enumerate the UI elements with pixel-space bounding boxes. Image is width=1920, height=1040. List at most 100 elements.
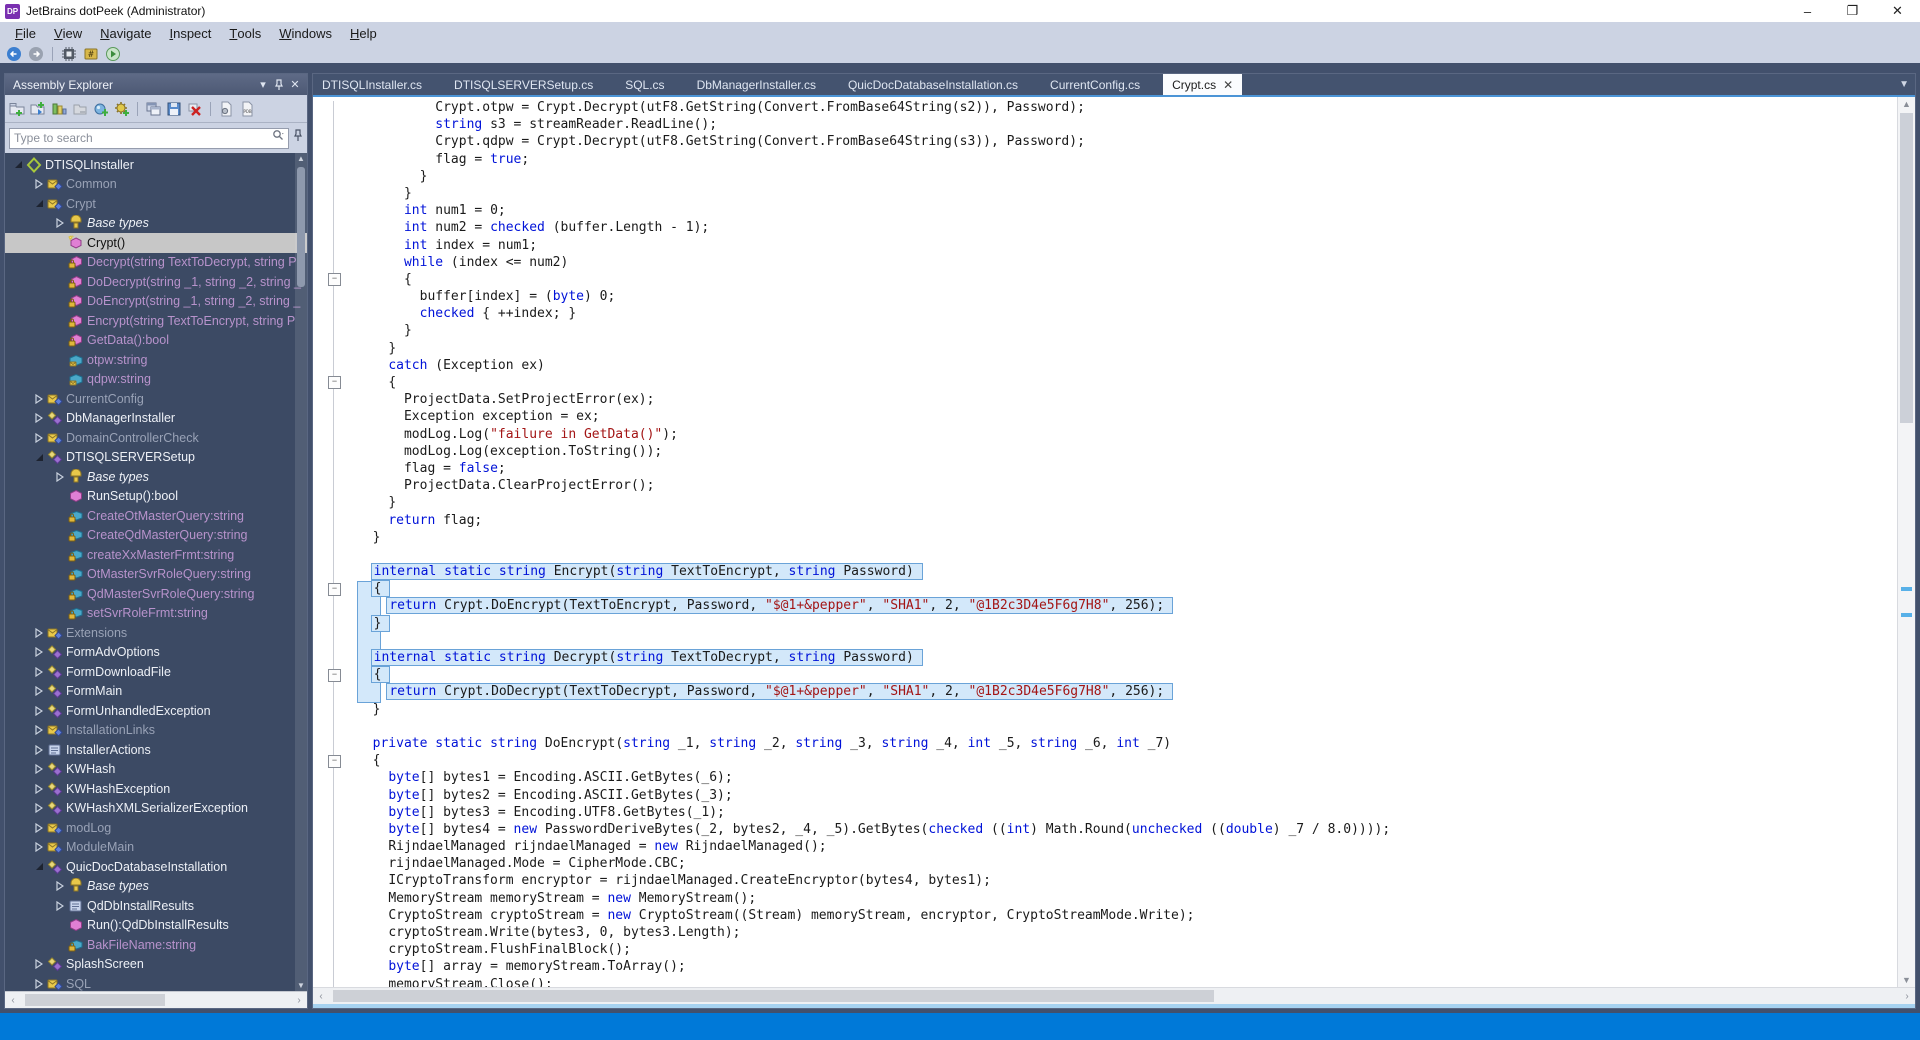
code-line[interactable]: byte[] bytes3 = Encoding.UTF8.GetBytes(_… bbox=[357, 804, 1898, 821]
tree-item-currentconfig[interactable]: CurrentConfig bbox=[5, 389, 307, 409]
minimize-button[interactable]: – bbox=[1785, 0, 1830, 22]
tree-item-getdata-bool[interactable]: GetData():bool bbox=[5, 331, 307, 351]
panel-menu-chevron-icon[interactable]: ▾ bbox=[255, 77, 271, 93]
code-line[interactable]: cryptoStream.FlushFinalBlock(); bbox=[357, 941, 1898, 958]
code-line[interactable] bbox=[357, 632, 1898, 649]
scroll-up-icon[interactable]: ▲ bbox=[297, 154, 305, 163]
tree-item-extensions[interactable]: Extensions bbox=[5, 623, 307, 643]
tab-close-icon[interactable]: ✕ bbox=[1223, 78, 1233, 92]
tree-item-base-types[interactable]: Base types bbox=[5, 877, 307, 897]
expander-closed-icon[interactable] bbox=[32, 179, 46, 189]
code-line[interactable]: CryptoStream cryptoStream = new CryptoSt… bbox=[357, 907, 1898, 924]
expander-closed-icon[interactable] bbox=[32, 725, 46, 735]
expander-closed-icon[interactable] bbox=[53, 901, 67, 911]
tree-item-domaincontrollercheck[interactable]: DomainControllerCheck bbox=[5, 428, 307, 448]
expander-open-icon[interactable] bbox=[32, 862, 46, 871]
code-line[interactable]: } bbox=[357, 701, 1898, 718]
expander-closed-icon[interactable] bbox=[53, 218, 67, 228]
tree-item-otmastersvrrolequery-string[interactable]: OtMasterSvrRoleQuery:string bbox=[5, 565, 307, 585]
tree-item-doencrypt-string-1-string-2-string-[interactable]: DoEncrypt(string _1, string _2, string _ bbox=[5, 292, 307, 312]
menu-windows[interactable]: Windows bbox=[270, 22, 341, 45]
tree-item-dbmanagerinstaller[interactable]: DbManagerInstaller bbox=[5, 409, 307, 429]
tree-item-base-types[interactable]: Base types bbox=[5, 467, 307, 487]
tag-icon[interactable]: # bbox=[83, 46, 99, 62]
tree-item-common[interactable]: Common bbox=[5, 175, 307, 195]
code-line[interactable]: { bbox=[357, 580, 1898, 597]
code-line[interactable]: internal static string Decrypt(string Te… bbox=[357, 649, 1898, 666]
scroll-down-icon[interactable]: ▼ bbox=[297, 981, 305, 990]
editor-scrollbar-thumb[interactable] bbox=[1900, 113, 1913, 423]
code-line[interactable]: } bbox=[357, 322, 1898, 339]
search-input[interactable] bbox=[10, 131, 269, 145]
tree-item-dtisqlinstaller[interactable]: DTISQLInstaller bbox=[5, 155, 307, 175]
tree-item-runsetup-bool[interactable]: RunSetup():bool bbox=[5, 487, 307, 507]
menu-file[interactable]: File bbox=[6, 22, 45, 45]
scroll-left-icon[interactable]: ‹ bbox=[313, 991, 329, 1002]
tree-hscrollbar-thumb[interactable] bbox=[25, 994, 165, 1006]
run-icon[interactable] bbox=[105, 46, 121, 62]
close-button[interactable]: ✕ bbox=[1875, 0, 1920, 22]
explore-folder-icon[interactable] bbox=[30, 101, 46, 117]
tree-item-formunhandledexception[interactable]: FormUnhandledException bbox=[5, 701, 307, 721]
code-line[interactable]: private static string DoEncrypt(string _… bbox=[357, 735, 1898, 752]
tree-item-qddbinstallresults[interactable]: QdDbInstallResults bbox=[5, 896, 307, 916]
code-line[interactable]: int num1 = 0; bbox=[357, 202, 1898, 219]
tab-dtisqlinstaller-cs[interactable]: DTISQLInstaller.cs bbox=[313, 74, 431, 95]
editor-hscrollbar-thumb[interactable] bbox=[333, 990, 1214, 1002]
tree-item-qdpw-string[interactable]: qdpw:string bbox=[5, 370, 307, 390]
code-line[interactable] bbox=[357, 546, 1898, 563]
code-line[interactable]: Crypt.otpw = Crypt.Decrypt(utF8.GetStrin… bbox=[357, 99, 1898, 116]
tree-item-installeractions[interactable]: InstallerActions bbox=[5, 740, 307, 760]
expander-closed-icon[interactable] bbox=[32, 394, 46, 404]
code-line[interactable]: RijndaelManaged rijndaelManaged = new Ri… bbox=[357, 838, 1898, 855]
code-line[interactable]: } bbox=[357, 340, 1898, 357]
menu-help[interactable]: Help bbox=[341, 22, 386, 45]
tree-item-sql[interactable]: SQL bbox=[5, 974, 307, 991]
expander-closed-icon[interactable] bbox=[32, 647, 46, 657]
search-pin-icon[interactable] bbox=[293, 129, 303, 147]
menu-navigate[interactable]: Navigate bbox=[91, 22, 160, 45]
tree-item-createotmasterquery-string[interactable]: CreateOtMasterQuery:string bbox=[5, 506, 307, 526]
close-all-icon[interactable] bbox=[187, 101, 203, 117]
code-line[interactable]: { bbox=[357, 271, 1898, 288]
menu-view[interactable]: View bbox=[45, 22, 91, 45]
search-icon[interactable] bbox=[269, 129, 288, 147]
tree-item-bakfilename-string[interactable]: BakFileName:string bbox=[5, 935, 307, 955]
code-line[interactable]: buffer[index] = (byte) 0; bbox=[357, 288, 1898, 305]
code-line[interactable]: return Crypt.DoEncrypt(TextToEncrypt, Pa… bbox=[357, 597, 1898, 614]
scroll-down-icon[interactable]: ▼ bbox=[1898, 975, 1915, 985]
scroll-right-icon[interactable]: › bbox=[291, 995, 307, 1006]
code-line[interactable]: catch (Exception ex) bbox=[357, 357, 1898, 374]
code-line[interactable]: int index = num1; bbox=[357, 237, 1898, 254]
expander-closed-icon[interactable] bbox=[32, 745, 46, 755]
code-line[interactable]: } bbox=[357, 529, 1898, 546]
doc-gear-icon[interactable] bbox=[218, 101, 234, 117]
expander-closed-icon[interactable] bbox=[53, 881, 67, 891]
code-line[interactable]: memoryStream.Close(); bbox=[357, 976, 1898, 987]
expander-open-icon[interactable] bbox=[32, 453, 46, 462]
tree-item-encrypt-string-texttoencrypt-string-p[interactable]: Encrypt(string TextToEncrypt, string P bbox=[5, 311, 307, 331]
code-line[interactable]: ProjectData.ClearProjectError(); bbox=[357, 477, 1898, 494]
code-line[interactable] bbox=[357, 718, 1898, 735]
tree-item-modulemain[interactable]: ModuleMain bbox=[5, 838, 307, 858]
code-area[interactable]: Crypt.otpw = Crypt.Decrypt(utF8.GetStrin… bbox=[313, 97, 1898, 987]
tree-item-formdownloadfile[interactable]: FormDownloadFile bbox=[5, 662, 307, 682]
code-line[interactable]: return Crypt.DoDecrypt(TextToDecrypt, Pa… bbox=[357, 683, 1898, 700]
code-line[interactable]: { bbox=[357, 666, 1898, 683]
expander-closed-icon[interactable] bbox=[32, 413, 46, 423]
expander-closed-icon[interactable] bbox=[32, 784, 46, 794]
code-line[interactable]: byte[] bytes2 = Encoding.ASCII.GetBytes(… bbox=[357, 787, 1898, 804]
expander-closed-icon[interactable] bbox=[32, 803, 46, 813]
code-line[interactable]: byte[] bytes4 = new PasswordDeriveBytes(… bbox=[357, 821, 1898, 838]
scroll-right-icon[interactable]: › bbox=[1899, 991, 1915, 1002]
code-line[interactable]: flag = false; bbox=[357, 460, 1898, 477]
tree-item-crypt-[interactable]: Crypt() bbox=[5, 233, 307, 253]
tree-item-dtisqlserversetup[interactable]: DTISQLSERVERSetup bbox=[5, 448, 307, 468]
doc-pdb-icon[interactable]: PDB bbox=[239, 101, 255, 117]
expander-closed-icon[interactable] bbox=[32, 842, 46, 852]
tree-item-createxxmasterfrmt-string[interactable]: createXxMasterFrmt:string bbox=[5, 545, 307, 565]
code-line[interactable]: byte[] bytes1 = Encoding.ASCII.GetBytes(… bbox=[357, 769, 1898, 786]
code-line[interactable]: } bbox=[357, 185, 1898, 202]
editor-vertical-scrollbar[interactable]: ▲ ▼ bbox=[1897, 97, 1915, 987]
tree-item-run-qddbinstallresults[interactable]: Run():QdDbInstallResults bbox=[5, 916, 307, 936]
